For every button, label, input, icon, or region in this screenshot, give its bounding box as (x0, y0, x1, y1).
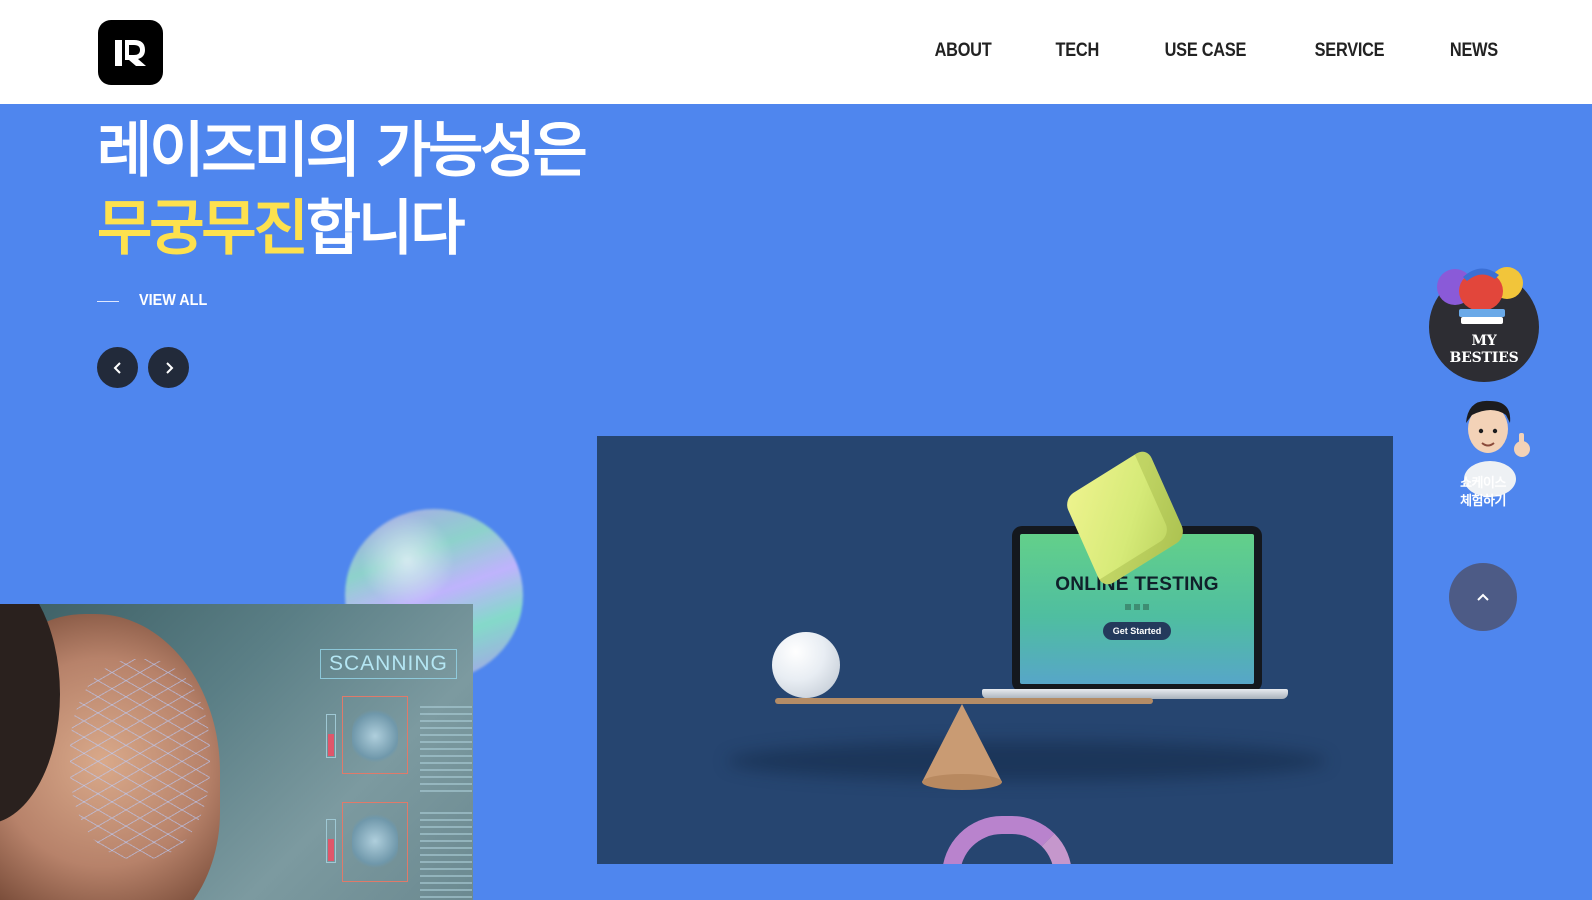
laptop-title: ONLINE TESTING (1055, 574, 1219, 595)
decorative-tube (942, 816, 1072, 864)
face-mesh-overlay (70, 659, 210, 859)
nav-about[interactable]: ABOUT (934, 40, 991, 62)
chevron-right-icon (165, 361, 173, 374)
seesaw-cone-base (922, 774, 1002, 790)
showcase-line-2: 체험하기 (1460, 494, 1506, 509)
laptop-get-started-button: Get Started (1102, 622, 1172, 640)
view-all-link[interactable]: VIEW ALL (97, 292, 215, 310)
headline-line-2: 합니다 (305, 194, 466, 264)
scroll-to-top-button[interactable] (1449, 563, 1517, 631)
white-ball (772, 632, 840, 698)
headline-line-1: 레이즈미의 가능성은 (97, 116, 588, 186)
scan-level-bar-2 (326, 819, 336, 863)
laptop-dots (1125, 604, 1149, 610)
headline-highlight: 무궁무진 (97, 194, 309, 264)
scan-data-lines-2 (420, 812, 472, 900)
view-all-dash (97, 300, 119, 302)
online-testing-illustration: ONLINE TESTING Get Started (597, 436, 1393, 864)
scan-head-1 (352, 706, 398, 766)
nav-tech[interactable]: TECH (1055, 40, 1099, 62)
showcase-label[interactable]: 쇼케이스 체험하기 (1436, 475, 1530, 511)
nav-use-case[interactable]: USE CASE (1165, 40, 1247, 62)
scan-level-bar-1 (326, 714, 336, 758)
floor-shadow (727, 741, 1327, 781)
face-scanning-image: SCANNING (0, 604, 473, 900)
besties-line-1: MY (1471, 333, 1497, 349)
scanning-label: SCANNING (320, 649, 457, 679)
nav-news[interactable]: NEWS (1450, 40, 1498, 62)
nav-service[interactable]: SERVICE (1315, 40, 1385, 62)
seesaw-cone (922, 704, 1002, 782)
my-besties-label: MY BESTIES (1429, 333, 1539, 367)
scan-data-lines-1 (420, 706, 472, 796)
prev-slide-button[interactable] (97, 347, 138, 388)
chevron-left-icon (113, 361, 121, 374)
slider-arrows (97, 347, 189, 388)
besties-line-2: BESTIES (1449, 350, 1519, 366)
besties-characters-icon (1437, 267, 1523, 324)
main-nav: ABOUT TECH USE CASE SERVICE NEWS (930, 40, 1502, 62)
scan-head-2 (352, 810, 398, 872)
site-header: ABOUT TECH USE CASE SERVICE NEWS (0, 0, 1592, 104)
chevron-up-icon (1477, 593, 1489, 601)
raiseme-logo-icon[interactable] (98, 20, 163, 85)
view-all-label: VIEW ALL (139, 292, 208, 309)
hero-headline: 레이즈미의 가능성은 무궁무진합니다 (97, 112, 588, 268)
hero-section: 레이즈미의 가능성은 무궁무진합니다 VIEW ALL SCANNING ONL… (0, 104, 1592, 900)
showcase-line-1: 쇼케이스 (1460, 476, 1506, 491)
next-slide-button[interactable] (148, 347, 189, 388)
